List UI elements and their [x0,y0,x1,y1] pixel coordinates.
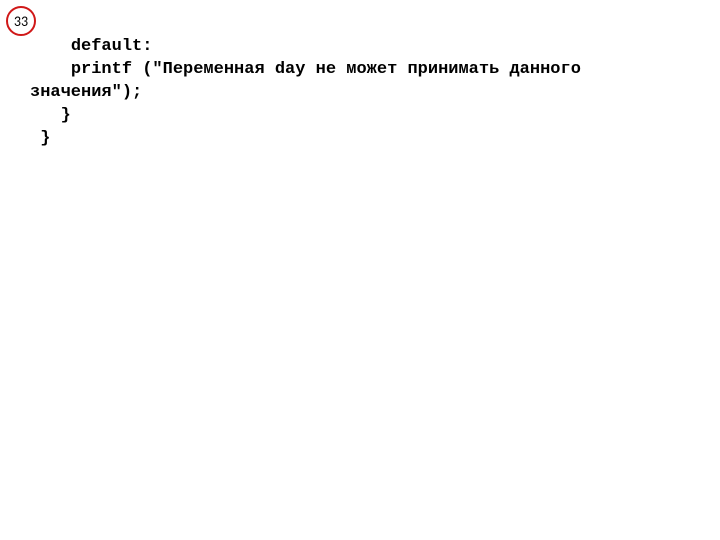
code-line: } [30,128,700,151]
code-block: default: printf ("Переменная day не може… [30,36,700,151]
page-number-badge: 33 [6,6,36,36]
code-line: default: [30,36,700,59]
code-line: printf ("Переменная day не может принима… [30,59,700,105]
page-number: 33 [14,13,28,30]
code-line: } [30,105,700,128]
